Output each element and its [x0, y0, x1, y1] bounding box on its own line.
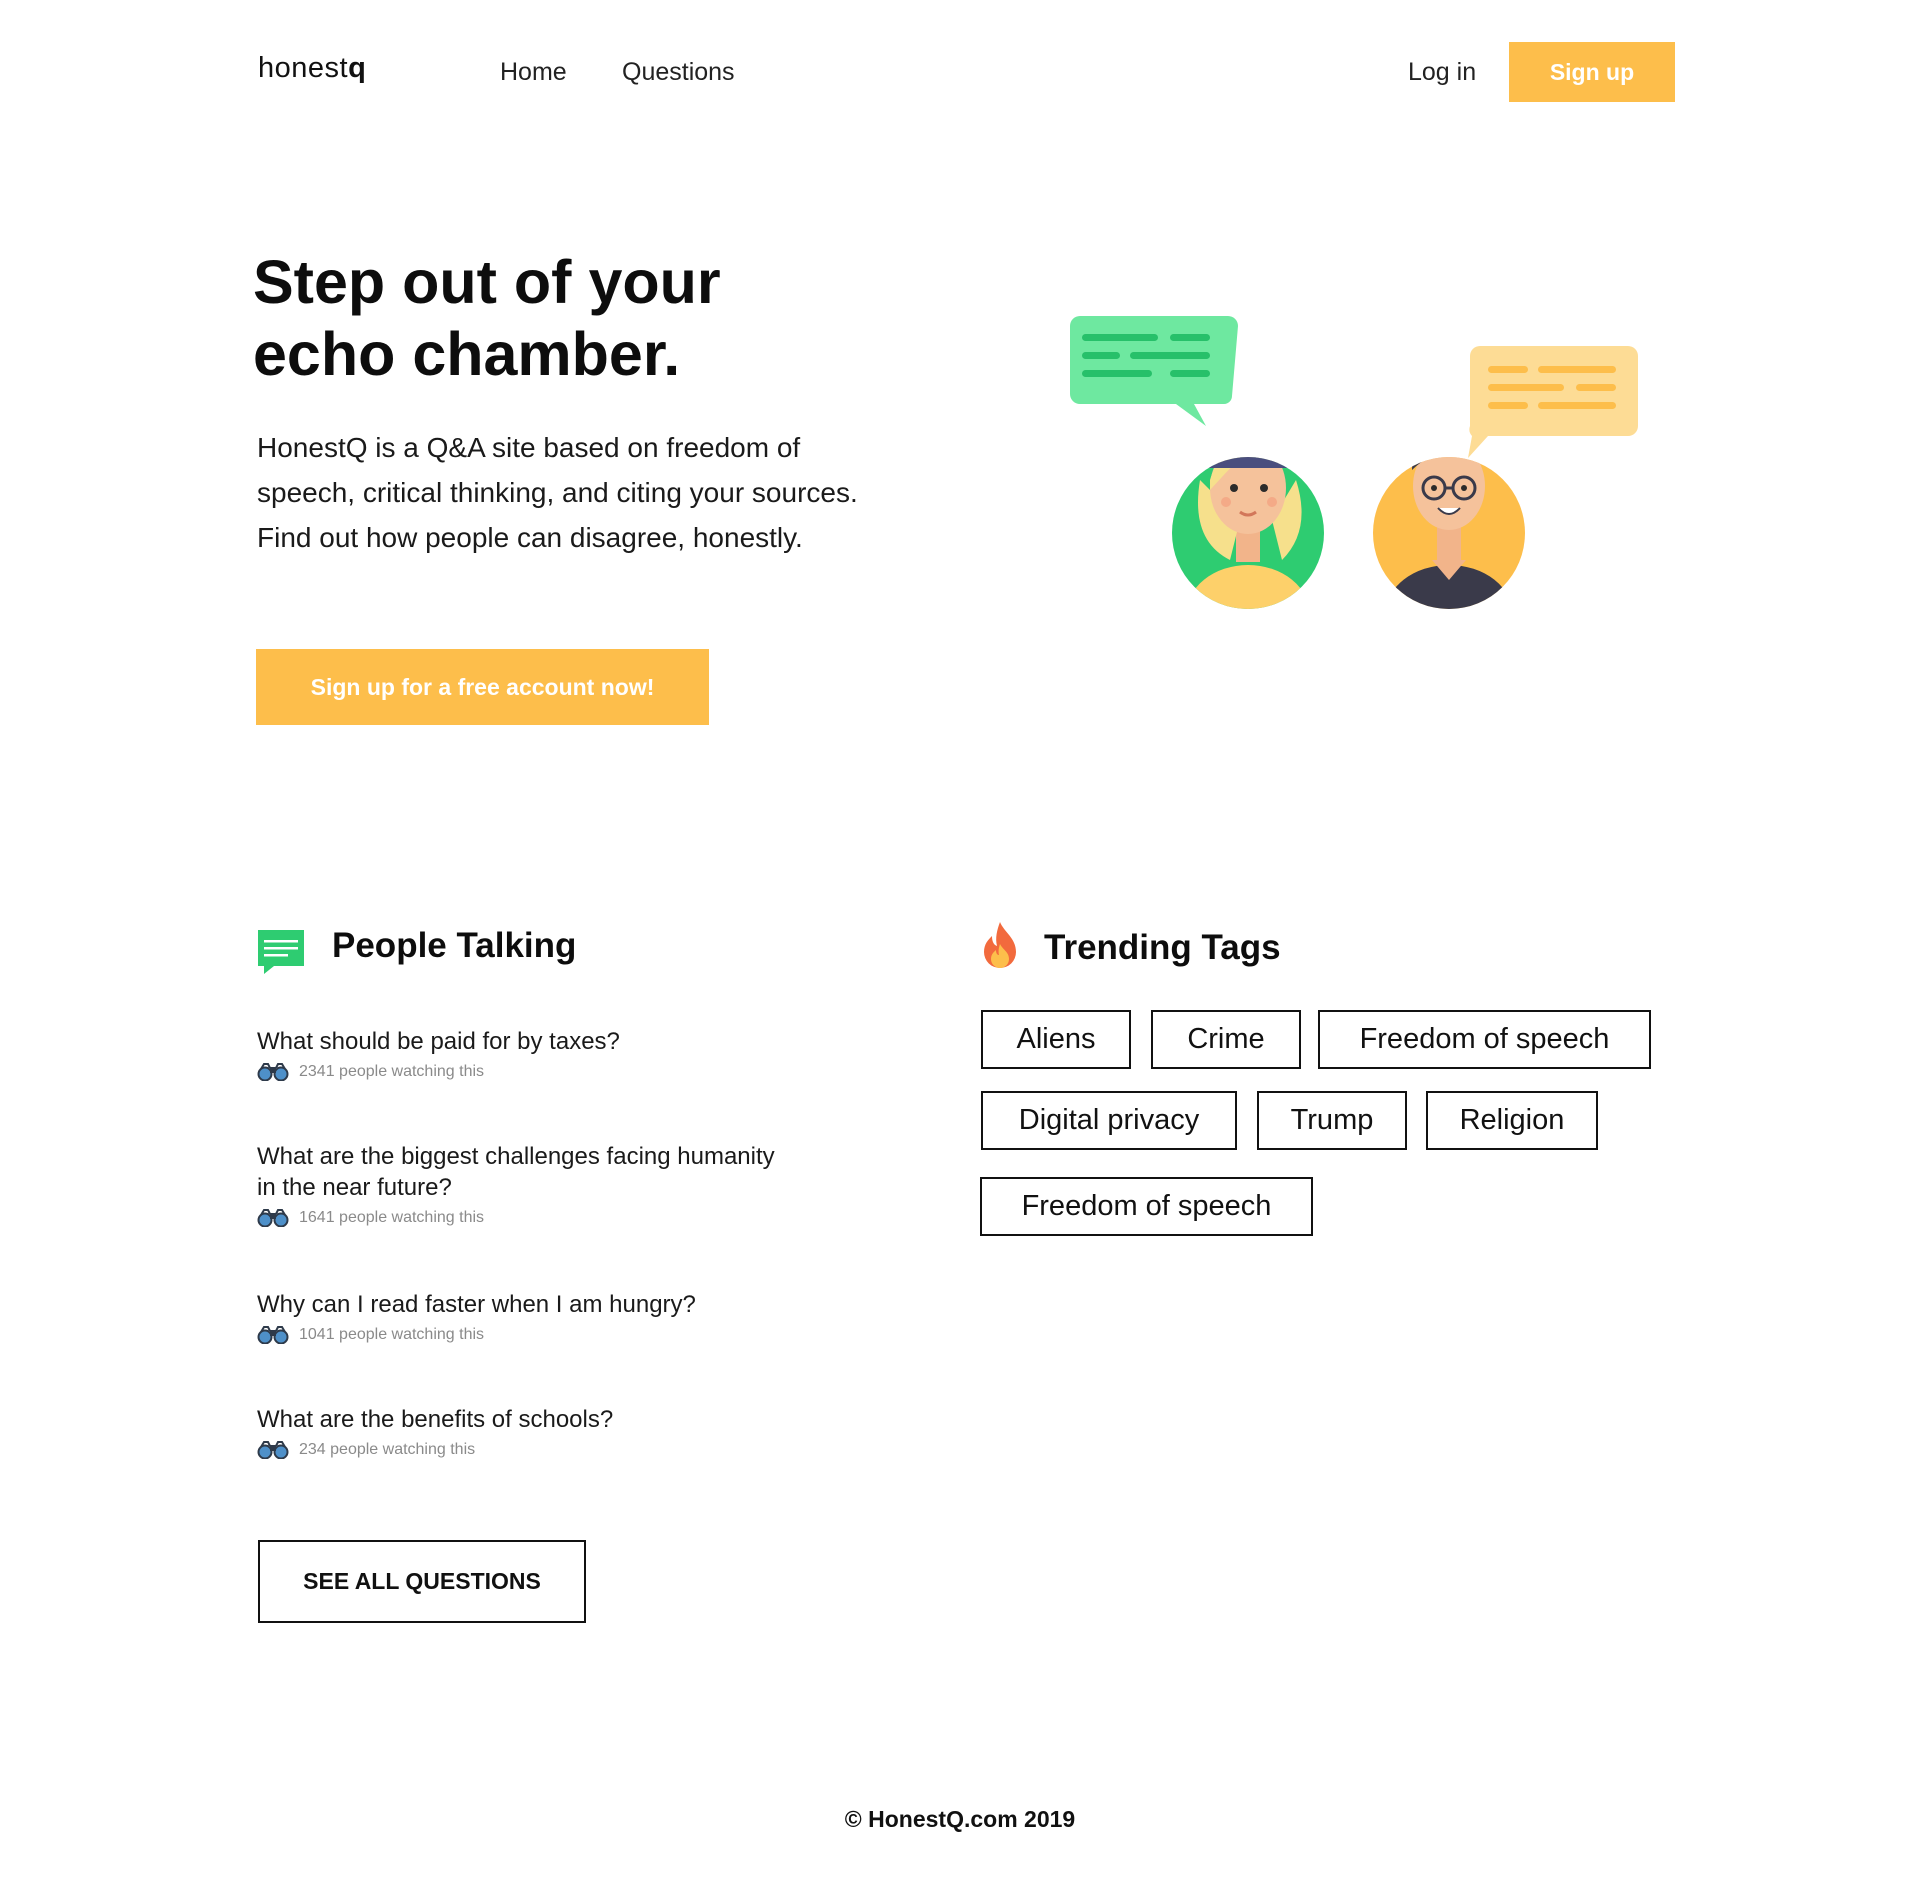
footer-copyright: © HonestQ.com 2019 — [844, 1806, 1076, 1832]
tag-digital-privacy[interactable]: Digital privacy — [981, 1091, 1237, 1150]
woman-avatar — [1172, 457, 1324, 609]
question-meta: 234 people watching this — [257, 1441, 857, 1459]
question-text[interactable]: What are the benefits of schools? — [257, 1404, 857, 1435]
hero-desc-line-1: HonestQ is a Q&A site based on freedom o… — [257, 432, 801, 463]
tag-crime[interactable]: Crime — [1151, 1010, 1301, 1069]
question-text[interactable]: Why can I read faster when I am hungry? — [257, 1289, 857, 1320]
green-speech-bubble-icon — [1070, 316, 1238, 426]
binoculars-icon — [257, 1209, 289, 1227]
logo-text-light: honest — [258, 52, 349, 84]
tag-religion[interactable]: Religion — [1426, 1091, 1598, 1150]
signup-cta-button[interactable]: Sign up for a free account now! — [256, 649, 709, 725]
fire-icon — [984, 922, 1016, 968]
chat-bubble-icon — [258, 930, 304, 974]
question-item[interactable]: What are the benefits of schools? 234 pe… — [257, 1404, 857, 1459]
login-link[interactable]: Log in — [1408, 58, 1476, 87]
watching-count: 1641 people watching this — [299, 1209, 485, 1226]
man-avatar — [1373, 457, 1525, 609]
logo[interactable]: honestq — [258, 52, 366, 85]
question-text-line-1: What are the biggest challenges facing h… — [257, 1143, 775, 1170]
question-meta: 1641 people watching this — [257, 1209, 857, 1227]
yellow-speech-bubble-icon — [1468, 346, 1638, 458]
hero-description: HonestQ is a Q&A site based on freedom o… — [257, 425, 1017, 560]
watching-count: 234 people watching this — [299, 1441, 476, 1458]
question-text-line-2: in the near future? — [257, 1174, 452, 1201]
hero-desc-line-3: Find out how people can disagree, honest… — [257, 522, 803, 553]
hero-illustration — [1070, 316, 1638, 609]
people-talking-title: People Talking — [332, 926, 577, 965]
nav-home-link[interactable]: Home — [500, 58, 567, 87]
watching-count: 2341 people watching this — [299, 1063, 485, 1080]
question-item[interactable]: What should be paid for by taxes? 2341 p… — [257, 1026, 857, 1081]
binoculars-icon — [257, 1441, 289, 1459]
binoculars-icon — [257, 1326, 289, 1344]
question-text[interactable]: What are the biggest challenges facing h… — [257, 1141, 857, 1203]
logo-text-bold: q — [348, 52, 367, 84]
nav-questions-link[interactable]: Questions — [622, 58, 735, 87]
hero-title-line-2: echo chamber. — [253, 320, 681, 388]
trending-tags-title: Trending Tags — [1044, 928, 1281, 967]
question-item[interactable]: What are the biggest challenges facing h… — [257, 1141, 857, 1227]
question-meta: 2341 people watching this — [257, 1063, 857, 1081]
question-item[interactable]: Why can I read faster when I am hungry? … — [257, 1289, 857, 1344]
tag-freedom-of-speech[interactable]: Freedom of speech — [1318, 1010, 1651, 1069]
hero-title: Step out of your echo chamber. — [253, 246, 893, 390]
signup-button[interactable]: Sign up — [1509, 42, 1675, 102]
hero-desc-line-2: speech, critical thinking, and citing yo… — [257, 477, 858, 508]
tag-freedom-of-speech[interactable]: Freedom of speech — [980, 1177, 1313, 1236]
see-all-questions-button[interactable]: SEE ALL QUESTIONS — [258, 1540, 586, 1623]
question-text[interactable]: What should be paid for by taxes? — [257, 1026, 857, 1057]
binoculars-icon — [257, 1063, 289, 1081]
question-meta: 1041 people watching this — [257, 1326, 857, 1344]
watching-count: 1041 people watching this — [299, 1326, 485, 1343]
tag-aliens[interactable]: Aliens — [981, 1010, 1131, 1069]
hero-title-line-1: Step out of your — [253, 248, 721, 316]
tag-trump[interactable]: Trump — [1257, 1091, 1407, 1150]
